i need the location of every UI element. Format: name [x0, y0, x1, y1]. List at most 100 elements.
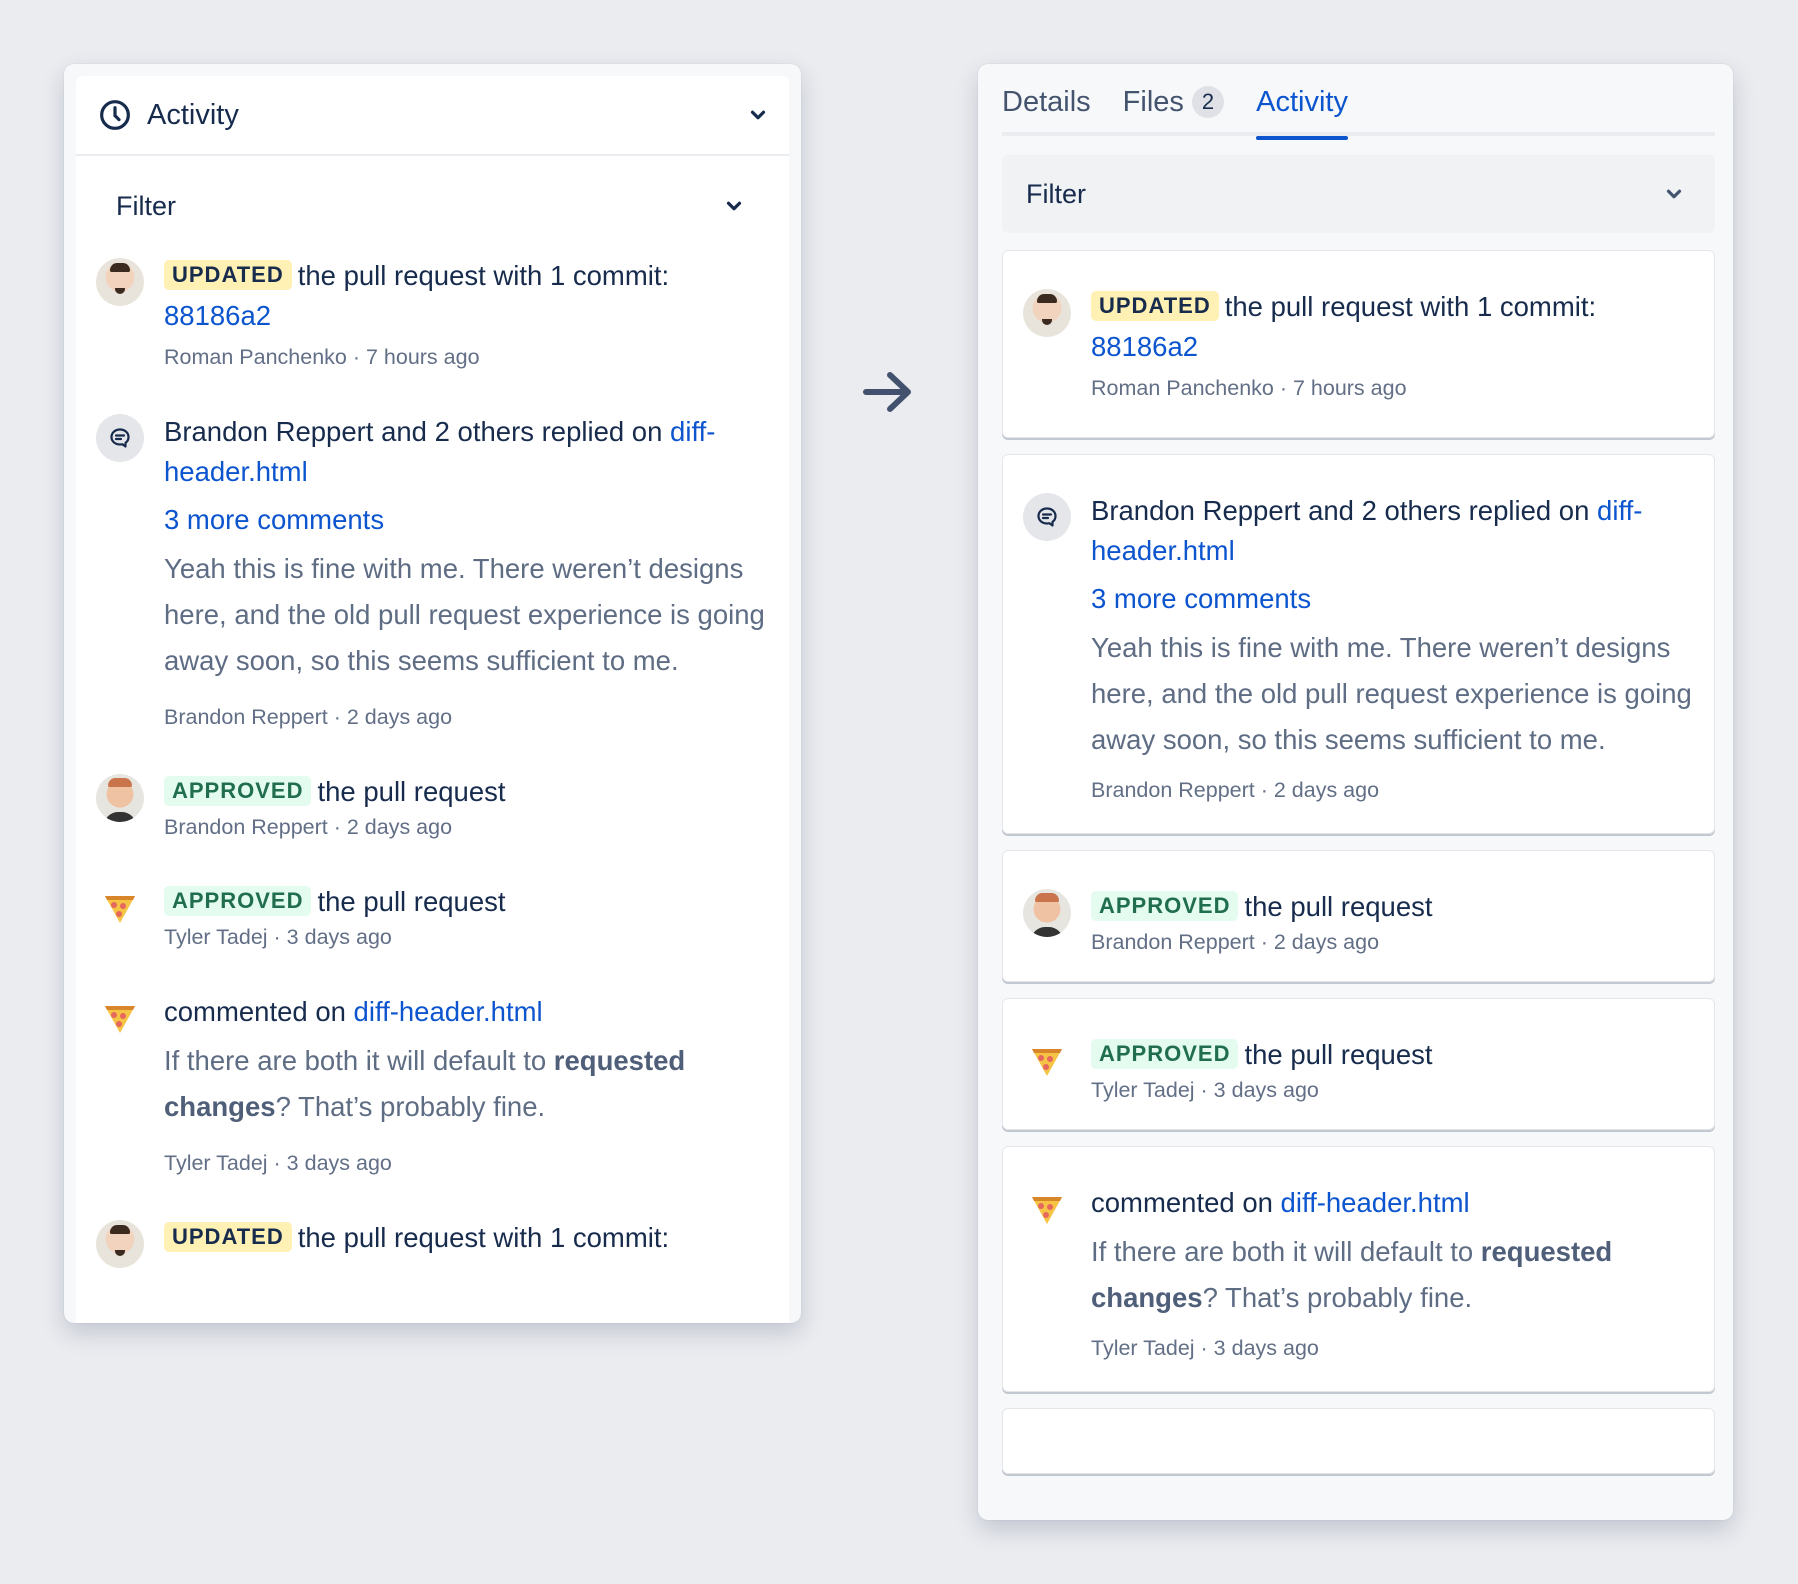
activity-description: commented on — [1091, 1187, 1281, 1218]
activity-feed: UPDATED the pull request with 1 commit: 8… — [76, 256, 789, 1268]
comment-text: If there are both it will default to — [1091, 1236, 1481, 1267]
chevron-down-icon — [726, 201, 742, 211]
activity-meta: Brandon Reppert · 2 days ago — [164, 815, 453, 839]
file-link[interactable]: diff-header.html — [1281, 1187, 1470, 1218]
tab-label: Activity — [1256, 86, 1348, 118]
comment-bold-text: changes — [164, 1091, 276, 1122]
activity-meta: Roman Panchenko · 7 hours ago — [164, 345, 480, 369]
activity-text: APPROVED the pull request — [164, 882, 765, 922]
more-comments-link[interactable]: 3 more comments — [164, 500, 765, 540]
avatar[interactable] — [1023, 1185, 1071, 1233]
clock-icon — [100, 100, 130, 130]
more-comments-link[interactable]: 3 more comments — [1091, 579, 1694, 619]
comment-text: If there are both it will default to — [164, 1045, 554, 1076]
activity-text: UPDATED the pull request with 1 commit: — [164, 1218, 765, 1258]
comment-body: Yeah this is fine with me. There weren’t… — [1091, 632, 1692, 755]
comment-body: If there are both it will default to req… — [1091, 1229, 1694, 1321]
activity-item: APPROVED the pull request Brandon Reppert… — [96, 772, 765, 842]
activity-item: APPROVED the pull request Brandon Reppert… — [1023, 887, 1694, 957]
activity-header[interactable]: Activity — [76, 76, 789, 156]
approved-badge: APPROVED — [164, 886, 312, 916]
pizza-avatar-icon — [105, 1006, 135, 1033]
activity-meta: Brandon Reppert · 2 days ago — [1091, 778, 1380, 802]
tab-label: Files — [1122, 86, 1184, 118]
activity-meta: Roman Panchenko · 7 hours ago — [1091, 376, 1407, 400]
tab-files[interactable]: Files 2 — [1122, 84, 1225, 136]
activity-description: the pull request with 1 commit: — [297, 1222, 670, 1253]
activity-item: APPROVED the pull request Tyler Tadej · 3… — [1023, 1035, 1694, 1105]
activity-text: APPROVED the pull request — [1091, 887, 1694, 927]
activity-item: commented on diff-header.html If there a… — [1023, 1183, 1694, 1363]
tab-label: Details — [1002, 86, 1091, 118]
activity-meta: Brandon Reppert · 2 days ago — [1091, 930, 1380, 954]
activity-text: APPROVED the pull request — [1091, 1035, 1694, 1075]
avatar[interactable] — [1023, 889, 1071, 937]
activity-description: the pull request with 1 commit: — [297, 260, 670, 291]
activity-text: UPDATED the pull request with 1 commit: 8… — [164, 256, 765, 336]
filter-dropdown[interactable]: Filter — [76, 156, 789, 256]
avatar[interactable] — [96, 774, 144, 822]
activity-meta: Tyler Tadej · 3 days ago — [164, 1151, 392, 1175]
activity-meta: Tyler Tadej · 3 days ago — [164, 925, 392, 949]
filter-dropdown[interactable]: Filter — [1002, 155, 1715, 233]
tab-details[interactable]: Details — [1002, 84, 1091, 136]
updated-badge: UPDATED — [164, 1222, 292, 1252]
pizza-avatar-icon — [1032, 1197, 1062, 1224]
comment-text: ? That’s probably fine. — [1202, 1282, 1473, 1313]
activity-meta: Tyler Tadej · 3 days ago — [1091, 1078, 1319, 1102]
filter-label: Filter — [1026, 178, 1086, 209]
avatar[interactable] — [96, 258, 144, 306]
chevron-down-icon — [1666, 189, 1682, 199]
filter-label: Filter — [116, 190, 176, 221]
activity-description: the pull request with 1 commit: — [1224, 291, 1597, 322]
activity-card: commented on diff-header.html If there a… — [1002, 1146, 1715, 1392]
activity-card: Activity Filter UPDATED the pull request … — [76, 76, 789, 1323]
avatar[interactable] — [96, 884, 144, 932]
activity-card: UPDATED the pull request with 1 commit: 8… — [1002, 250, 1715, 438]
chevron-down-icon[interactable] — [747, 104, 769, 126]
comment-bubble-icon — [1037, 507, 1057, 527]
comment-bubble-icon — [110, 428, 130, 448]
activity-text: Brandon Reppert and 2 others replied on … — [1091, 491, 1694, 571]
activity-card — [1002, 1408, 1715, 1474]
activity-description: Brandon Reppert and 2 others replied on — [164, 416, 671, 447]
avatar[interactable] — [96, 994, 144, 1042]
activity-description: commented on — [164, 996, 354, 1027]
file-link[interactable]: diff-header.html — [354, 996, 543, 1027]
comment-body: Yeah this is fine with me. There weren’t… — [164, 553, 765, 676]
updated-badge: UPDATED — [1091, 291, 1219, 321]
activity-item: Brandon Reppert and 2 others replied on … — [1023, 491, 1694, 805]
activity-title: Activity — [147, 98, 239, 131]
comment-bold-text: requested — [553, 1045, 686, 1076]
commit-link[interactable]: 88186a2 — [164, 300, 271, 331]
activity-feed: UPDATED the pull request with 1 commit: 8… — [1002, 250, 1715, 1490]
activity-item: UPDATED the pull request with 1 commit: 8… — [96, 256, 765, 372]
tab-activity[interactable]: Activity — [1256, 84, 1348, 140]
activity-item: UPDATED the pull request with 1 commit: 8… — [1023, 287, 1694, 403]
activity-description: the pull request — [317, 886, 506, 917]
activity-meta: Brandon Reppert · 2 days ago — [164, 705, 453, 729]
activity-card: APPROVED the pull request Tyler Tadej · 3… — [1002, 998, 1715, 1130]
comment-text: ? That’s probably fine. — [275, 1091, 546, 1122]
avatar[interactable] — [1023, 289, 1071, 337]
activity-description: the pull request — [317, 776, 506, 807]
activity-description: Brandon Reppert and 2 others replied on — [1091, 495, 1598, 526]
arrow-right-icon — [863, 372, 911, 412]
comment-avatar — [96, 414, 144, 462]
activity-text: commented on diff-header.html — [1091, 1183, 1694, 1223]
approved-badge: APPROVED — [164, 776, 312, 806]
files-count-badge: 2 — [1191, 86, 1225, 118]
comment-bold-text: requested — [1480, 1236, 1613, 1267]
comment-avatar — [1023, 493, 1071, 541]
activity-description: the pull request — [1244, 891, 1433, 922]
activity-text: APPROVED the pull request — [164, 772, 765, 812]
avatar[interactable] — [96, 1220, 144, 1268]
activity-item: Brandon Reppert and 2 others replied on … — [96, 412, 765, 732]
commit-link[interactable]: 88186a2 — [1091, 331, 1198, 362]
activity-text: Brandon Reppert and 2 others replied on … — [164, 412, 765, 492]
activity-panel-before: Activity Filter UPDATED the pull request … — [64, 64, 801, 1323]
pizza-avatar-icon — [1032, 1049, 1062, 1076]
avatar[interactable] — [1023, 1037, 1071, 1085]
activity-meta: Tyler Tadej · 3 days ago — [1091, 1336, 1319, 1360]
activity-item: commented on diff-header.html If there a… — [96, 992, 765, 1178]
